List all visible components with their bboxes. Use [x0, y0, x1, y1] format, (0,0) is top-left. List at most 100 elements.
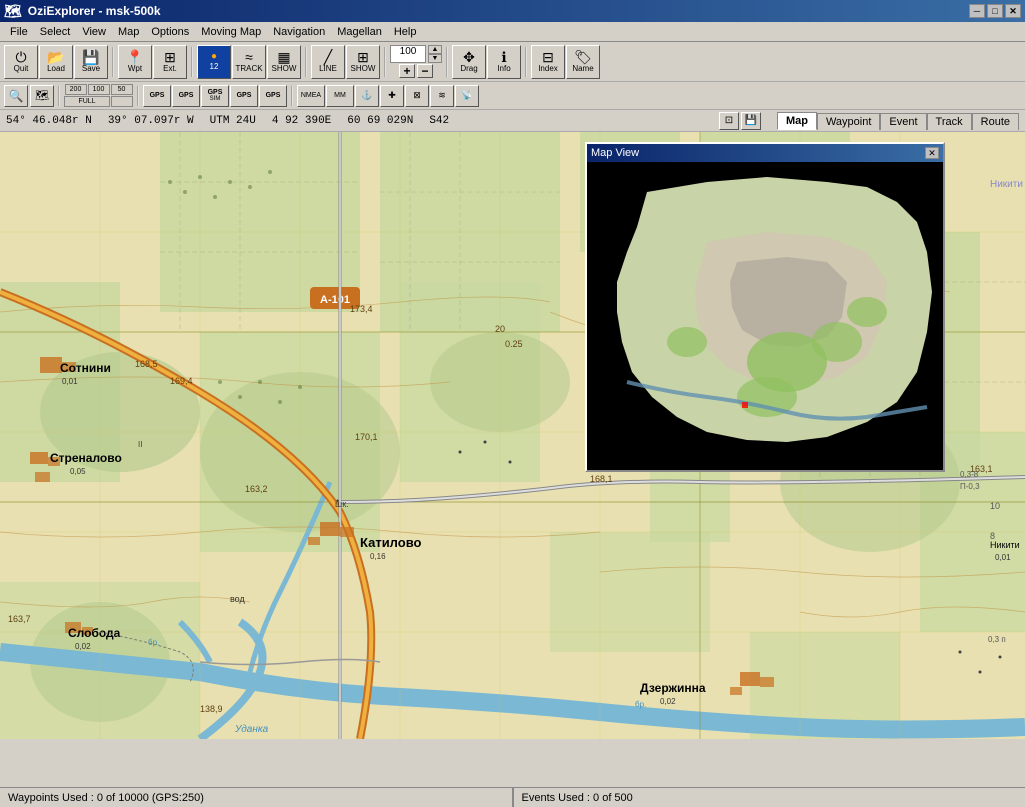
line-label: LINE: [319, 65, 337, 73]
title-bar-title: 🗺 OziExplorer - msk-500k: [4, 3, 161, 20]
menu-moving-map[interactable]: Moving Map: [195, 24, 267, 40]
window-title: OziExplorer - msk-500k: [28, 4, 161, 18]
line-button[interactable]: ╱ LINE: [311, 45, 345, 79]
tab-route[interactable]: Route: [972, 113, 1019, 130]
plus-button[interactable]: +: [399, 64, 415, 78]
menu-map[interactable]: Map: [112, 24, 145, 40]
toolbar-group-1: ⏻ Quit 📂 Load 💾 Save: [4, 45, 108, 79]
maximize-button[interactable]: □: [987, 4, 1003, 18]
utm-zone: UTM 24U: [210, 115, 256, 127]
zoom-100-button[interactable]: 100: [88, 84, 110, 95]
tb2-icon1[interactable]: 🔍: [4, 85, 28, 107]
tab-waypoint[interactable]: Waypoint: [817, 113, 880, 130]
wave-button[interactable]: ≋: [430, 85, 454, 107]
menu-help[interactable]: Help: [388, 24, 423, 40]
gps-btn-5[interactable]: GPS: [259, 85, 287, 107]
map-view-close-button[interactable]: ✕: [925, 147, 939, 159]
mm-button[interactable]: MM: [326, 85, 354, 107]
load-button[interactable]: 📂 Load: [39, 45, 73, 79]
track-button[interactable]: ● 12: [197, 45, 231, 79]
anchor-button[interactable]: ⚓: [355, 85, 379, 107]
name-button[interactable]: 🏷 Name: [566, 45, 600, 79]
map-view-content: [587, 162, 943, 470]
drag-button[interactable]: ✥ Drag: [452, 45, 486, 79]
svg-text:163,2: 163,2: [245, 484, 268, 494]
gps-btn-4[interactable]: GPS: [230, 85, 258, 107]
close-button[interactable]: ✕: [1005, 4, 1021, 18]
zoom-fit-button[interactable]: [111, 96, 133, 107]
name-icon: 🏷: [574, 50, 592, 64]
show2-icon: ⊞: [357, 50, 369, 64]
nmea-button[interactable]: NMEA: [297, 85, 325, 107]
zoom-down-button[interactable]: ▼: [428, 54, 442, 63]
save-label: Save: [82, 65, 100, 73]
map-area[interactable]: А-101: [0, 132, 1025, 739]
svg-text:163,7: 163,7: [8, 614, 31, 624]
zoom-full-button[interactable]: FULL: [64, 96, 110, 107]
index-button[interactable]: ⊟ Index: [531, 45, 565, 79]
coord-icon2[interactable]: 💾: [741, 112, 761, 130]
waypoint-button[interactable]: 📍 Wpt: [118, 45, 152, 79]
toolbar-group-6: ⊟ Index 🏷 Name: [531, 45, 600, 79]
svg-text:0,01: 0,01: [62, 377, 78, 386]
menu-view[interactable]: View: [76, 24, 112, 40]
svg-text:Дзержинна: Дзержинна: [640, 681, 706, 695]
zoom-input[interactable]: 100: [390, 45, 426, 63]
gps-btn-3[interactable]: GPSSIM: [201, 85, 229, 107]
toolbar-group-zoom: 100 ▲ ▼ + −: [390, 45, 442, 78]
gps-btn-1[interactable]: GPS: [143, 85, 171, 107]
grid-button[interactable]: ⊠: [405, 85, 429, 107]
crosshair-button[interactable]: ✚: [380, 85, 404, 107]
svg-text:0,05: 0,05: [70, 467, 86, 476]
index-icon: ⊟: [542, 50, 554, 64]
ext-button[interactable]: ⊞ Ext.: [153, 45, 187, 79]
minimize-button[interactable]: ─: [969, 4, 985, 18]
coordinates-bar: 54° 46.048r N 39° 07.097r W UTM 24U 4 92…: [0, 110, 1025, 132]
load-icon: 📂: [47, 50, 64, 64]
svg-text:169,4: 169,4: [170, 376, 193, 386]
tab-track[interactable]: Track: [927, 113, 972, 130]
separator-6: [525, 47, 527, 77]
map-view-titlebar: Map View ✕: [587, 144, 943, 162]
show-button[interactable]: ▦ SHOW: [267, 45, 301, 79]
zoom-200-button[interactable]: 200: [65, 84, 87, 95]
svg-text:Никити: Никити: [990, 179, 1023, 190]
zoom-up-button[interactable]: ▲: [428, 45, 442, 54]
latitude-value: 54° 46.048r N: [6, 115, 92, 127]
separator-tb2-3: [291, 86, 293, 106]
separator-5: [446, 47, 448, 77]
zoom-50-button[interactable]: 50: [111, 84, 133, 95]
track-draw-button[interactable]: ≈ TRACK: [232, 45, 266, 79]
quit-button[interactable]: ⏻ Quit: [4, 45, 38, 79]
show2-button[interactable]: ⊞ SHOW: [346, 45, 380, 79]
tab-map[interactable]: Map: [777, 112, 817, 130]
coord-icon1[interactable]: ⊡: [719, 112, 739, 130]
track-icon: ●: [211, 52, 217, 62]
gps-btn-2[interactable]: GPS: [172, 85, 200, 107]
svg-text:0.25: 0.25: [505, 339, 523, 349]
menu-options[interactable]: Options: [145, 24, 195, 40]
track-draw-icon: ≈: [245, 50, 253, 64]
info-button[interactable]: ℹ Info: [487, 45, 521, 79]
separator-4: [384, 47, 386, 77]
svg-text:Слобода: Слобода: [68, 626, 121, 640]
svg-text:вод: вод: [230, 594, 245, 604]
signal-button[interactable]: 📡: [455, 85, 479, 107]
main-toolbar: ⏻ Quit 📂 Load 💾 Save 📍 Wpt ⊞ Ext. ● 12 ≈: [0, 42, 1025, 82]
svg-text:•: •: [336, 496, 339, 506]
minus-button[interactable]: −: [417, 64, 433, 78]
svg-text:II: II: [138, 440, 142, 449]
separator-3: [305, 47, 307, 77]
save-button[interactable]: 💾 Save: [74, 45, 108, 79]
menu-file[interactable]: File: [4, 24, 34, 40]
menu-magellan[interactable]: Magellan: [331, 24, 388, 40]
menu-select[interactable]: Select: [34, 24, 77, 40]
menu-navigation[interactable]: Navigation: [267, 24, 331, 40]
tb2-icon2[interactable]: 🗺: [30, 85, 54, 107]
separator-tb2-1: [58, 86, 60, 106]
svg-text:0,02: 0,02: [660, 697, 676, 706]
waypoint-icon: 📍: [126, 50, 143, 64]
drag-label: Drag: [460, 65, 477, 73]
show-label: SHOW: [272, 65, 297, 73]
tab-event[interactable]: Event: [880, 113, 926, 130]
